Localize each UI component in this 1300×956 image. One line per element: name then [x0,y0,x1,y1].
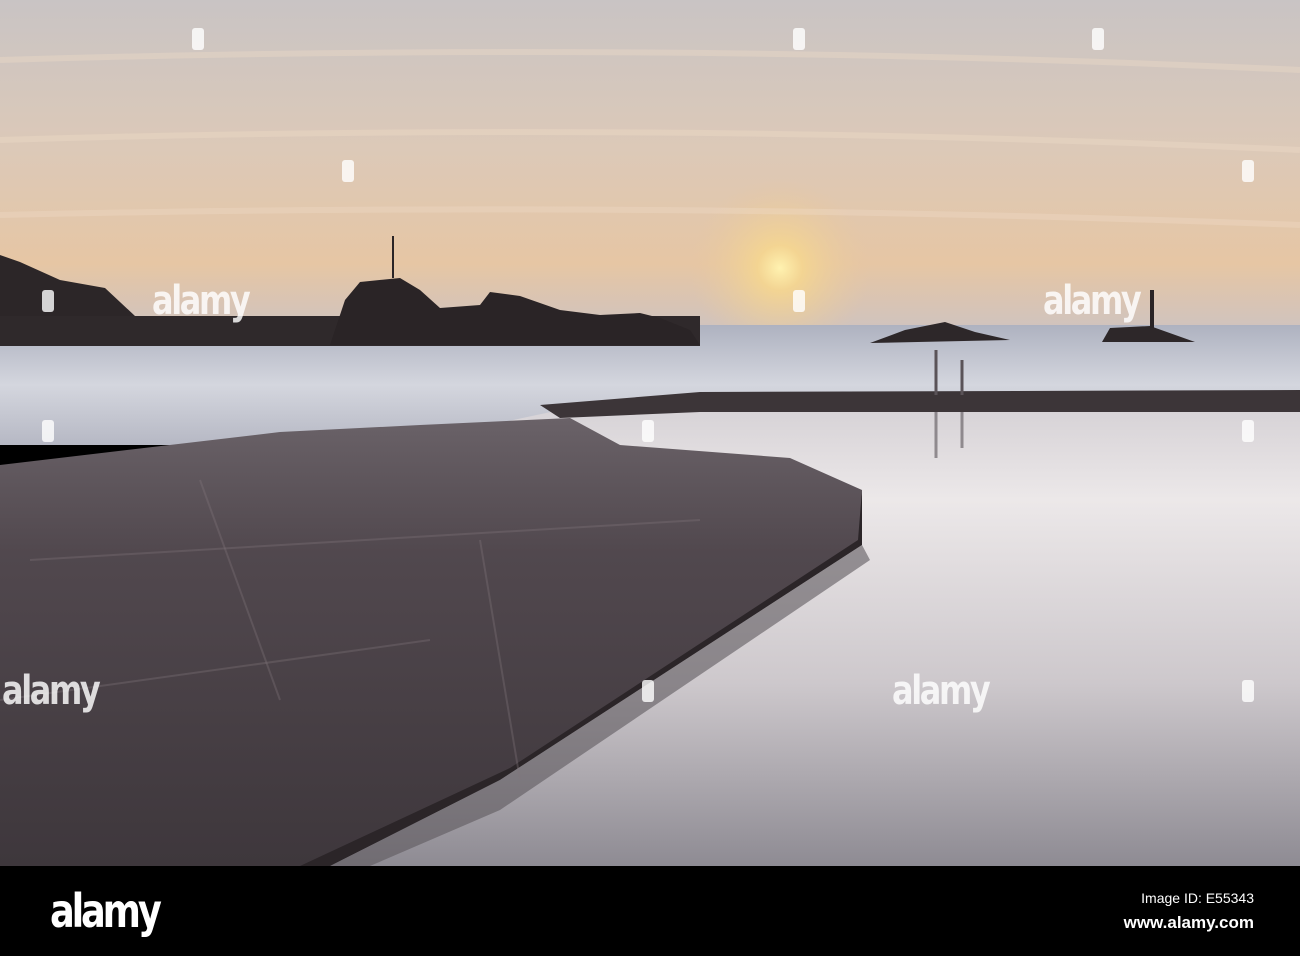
site-url[interactable]: www.alamy.com [1124,913,1254,933]
watermark-mark [793,290,805,312]
watermark-mark [1242,160,1254,182]
watermark-mark [42,290,54,312]
watermark-mark [42,420,54,442]
alamy-logo: alamy [50,884,162,938]
watermark-mark [342,160,354,182]
image-id: Image ID: E55343 [1141,890,1254,906]
watermark-mark [642,420,654,442]
footer-bar: alamy Image ID: E55343 www.alamy.com [0,866,1300,956]
watermark-mark [1242,680,1254,702]
watermark-mark [1242,420,1254,442]
watermark-mark [793,28,805,50]
watermark-text: alamy [1043,278,1142,324]
watermark-text: alamy [2,668,101,714]
watermark-mark [642,680,654,702]
watermark-text: alamy [892,668,991,714]
watermark-mark [1092,28,1104,50]
watermark-text: alamy [152,278,251,324]
watermark-mark [192,28,204,50]
